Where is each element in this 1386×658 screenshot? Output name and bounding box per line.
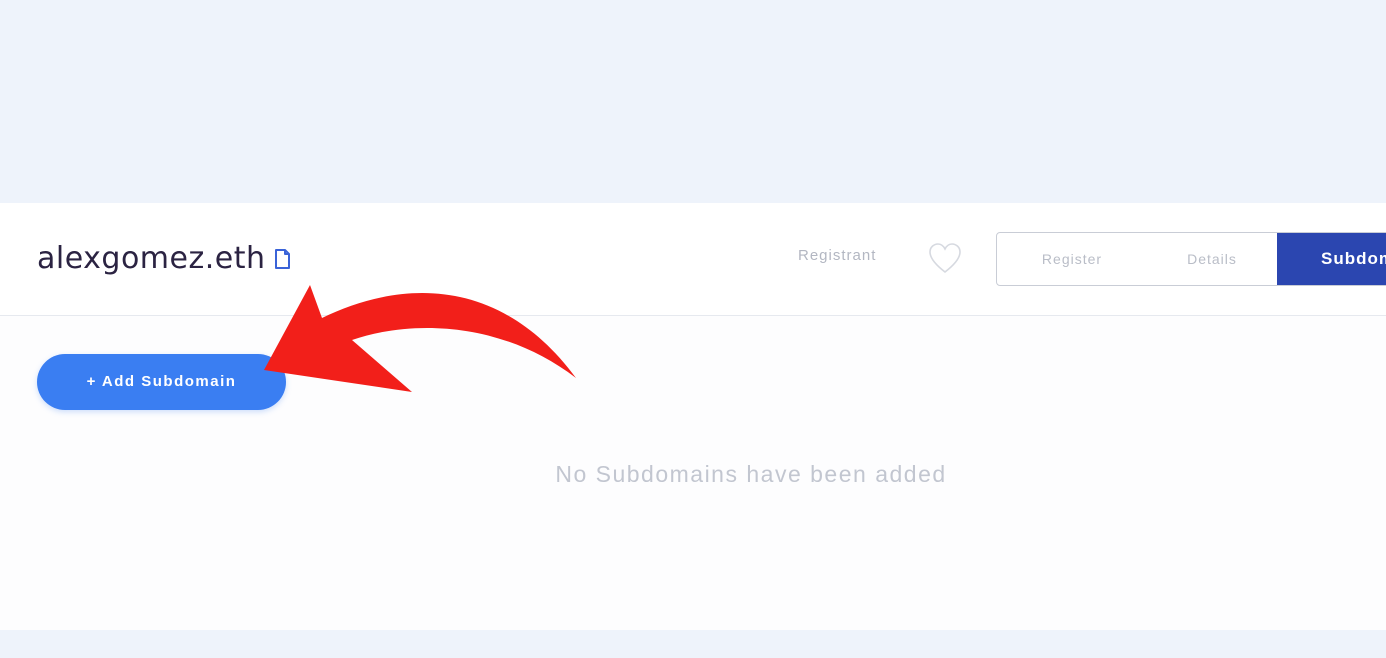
heart-icon[interactable] [928, 243, 962, 275]
domain-tabs: Register Details Subdomains [996, 232, 1386, 286]
domain-header: alexgomez.eth Registrant Register Detail… [0, 203, 1386, 316]
empty-subdomains-message: No Subdomains have been added [555, 461, 947, 487]
tab-details[interactable]: Details [1147, 233, 1277, 285]
top-background [0, 0, 1386, 203]
bottom-background [0, 630, 1386, 658]
domain-title: alexgomez.eth [37, 241, 266, 276]
file-icon[interactable] [274, 249, 291, 269]
tab-register[interactable]: Register [997, 233, 1147, 285]
tab-subdomains[interactable]: Subdomains [1277, 233, 1386, 285]
curved-arrow-icon [264, 285, 576, 392]
registrant-link[interactable]: Registrant [798, 247, 876, 264]
add-subdomain-button[interactable]: + Add Subdomain [37, 354, 286, 410]
domain-card: alexgomez.eth Registrant Register Detail… [0, 203, 1386, 630]
